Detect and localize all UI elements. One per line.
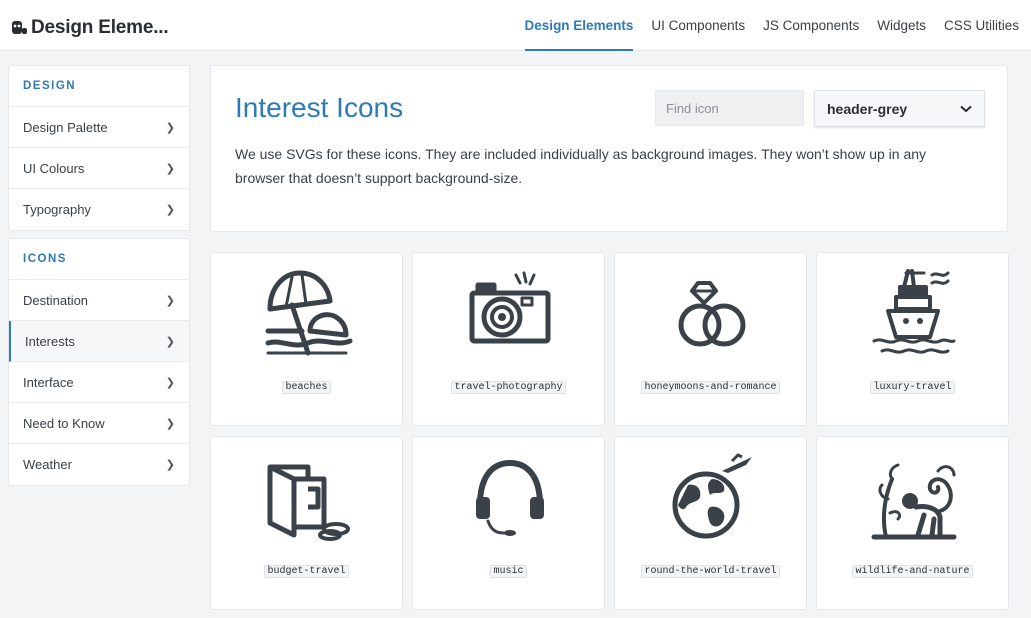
nav-design-elements[interactable]: Design Elements (516, 0, 643, 51)
camera-icon (469, 271, 551, 344)
icon-label: budget-travel (211, 560, 402, 578)
icon-label: honeymoons-and-romance (615, 376, 806, 394)
icon-label: beaches (211, 376, 402, 394)
logo-icon (12, 21, 27, 34)
sidebar-item-interface[interactable]: Interface ❯ (9, 362, 189, 403)
cruise-ship-icon (872, 269, 956, 354)
headphones-icon (476, 459, 544, 536)
icon-label: round-the-world-travel (615, 560, 806, 578)
chevron-right-icon: ❯ (165, 162, 175, 175)
sidebar-item-label: UI Colours (23, 160, 85, 176)
icon-card-budget-travel[interactable]: budget-travel (210, 436, 403, 610)
icon-card-honeymoons-and-romance[interactable]: honeymoons-and-romance (614, 252, 807, 426)
sidebar-item-destination[interactable]: Destination ❯ (9, 280, 189, 321)
chevron-right-icon: ❯ (165, 459, 175, 471)
nav-ui-components[interactable]: UI Components (642, 0, 754, 51)
color-select[interactable]: header-grey (814, 90, 985, 127)
icon-card-music[interactable]: music (412, 436, 605, 610)
chevron-right-icon: ❯ (165, 376, 175, 389)
globe-plane-icon (672, 453, 752, 539)
nav-widgets[interactable]: Widgets (868, 0, 935, 51)
sidebar-item-label: Destination (23, 292, 89, 308)
sidebar-heading-icons: ICONS (9, 239, 189, 280)
sidebar-item-need-to-know[interactable]: Need to Know ❯ (9, 403, 189, 444)
chevron-right-icon: ❯ (165, 335, 175, 348)
sidebar-item-typography[interactable]: Typography ❯ (9, 189, 189, 230)
color-select-value: header-grey (827, 100, 908, 117)
wedding-rings-icon (678, 281, 746, 347)
brand[interactable]: Design Eleme... (10, 16, 169, 40)
sidebar-icons-section: ICONS Destination ❯ Interests ❯ Interface ❯… (8, 238, 190, 486)
chevron-right-icon: ❯ (165, 204, 175, 216)
sidebar-item-label: Design Palette (23, 119, 108, 135)
icon-label: luxury-travel (817, 376, 1008, 394)
sidebar-item-ui-colours[interactable]: UI Colours ❯ (9, 148, 189, 189)
sidebar-item-weather[interactable]: Weather ❯ (9, 444, 189, 485)
top-nav: Design Elements UI Components JS Compone… (516, 0, 1031, 51)
icon-label: music (413, 560, 604, 578)
nav-css-utilities[interactable]: CSS Utilities (935, 0, 1031, 51)
icon-label: wildlife-and-nature (817, 560, 1008, 578)
chevron-right-icon: ❯ (165, 417, 175, 430)
icon-card-round-the-world-travel[interactable]: round-the-world-travel (614, 436, 807, 610)
intro-description: We use SVGs for these icons. They are in… (235, 146, 927, 186)
sidebar-heading-design: DESIGN (9, 66, 189, 107)
search-input[interactable] (655, 90, 804, 126)
sidebar-item-label: Interests (25, 333, 75, 349)
monkey-icon (871, 463, 957, 540)
icon-card-luxury-travel[interactable]: luxury-travel (816, 252, 1009, 426)
icon-card-travel-photography[interactable]: travel-photography (412, 252, 605, 426)
top-bar: Design Eleme... Design Elements UI Compo… (0, 0, 1031, 51)
icon-card-beaches[interactable]: beaches (210, 252, 403, 426)
sidebar-item-design-palette[interactable]: Design Palette ❯ (9, 107, 189, 148)
nav-js-components[interactable]: JS Components (754, 0, 868, 51)
sidebar-item-interests[interactable]: Interests ❯ (9, 321, 189, 362)
sidebar-design-section: DESIGN Design Palette ❯ UI Colours ❯ Typog… (8, 65, 190, 231)
app-title: Design Eleme... (31, 17, 169, 38)
chevron-right-icon: ❯ (165, 121, 175, 134)
chevron-down-icon (960, 105, 972, 112)
sidebar-item-label: Typography (23, 202, 91, 217)
chevron-right-icon: ❯ (165, 294, 175, 307)
sidebar-item-label: Interface (23, 374, 74, 390)
icon-card-wildlife-and-nature[interactable]: wildlife-and-nature (816, 436, 1009, 610)
intro-panel: Interest Icons header-grey We use SVGs f… (210, 65, 1008, 232)
page-title: Interest Icons (235, 92, 404, 123)
sidebar-item-label: Need to Know (23, 415, 105, 431)
wallet-icon (267, 464, 350, 541)
sidebar-item-label: Weather (23, 457, 72, 472)
icon-label: travel-photography (413, 376, 604, 394)
beach-umbrella-icon (265, 270, 353, 356)
